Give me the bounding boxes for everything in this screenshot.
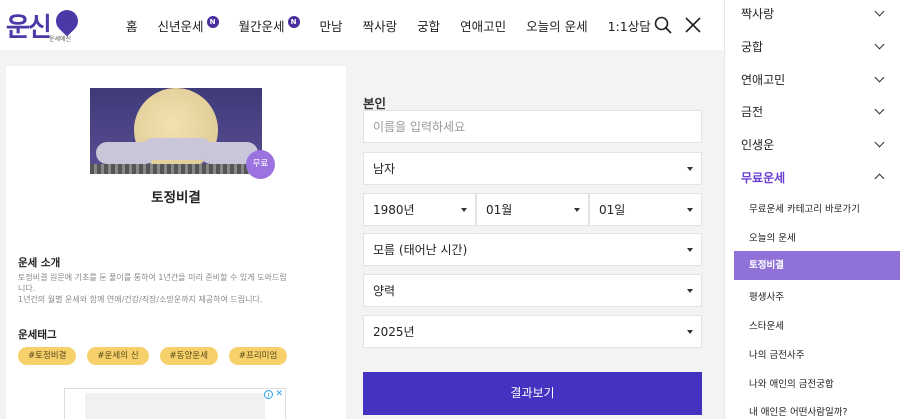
side-item-free-fortune[interactable]: 무료운세 xyxy=(741,169,893,186)
nav-item-love-concerns[interactable]: 연애고민 xyxy=(460,16,506,35)
nav-item-compatibility[interactable]: 궁합 xyxy=(417,16,440,35)
close-icon[interactable] xyxy=(684,16,702,34)
dropdown-caret-icon xyxy=(687,167,693,171)
sub-item-lifetime-saju[interactable]: 평생사주 xyxy=(749,289,784,303)
dropdown-caret-icon xyxy=(461,208,467,212)
wall-graphic xyxy=(90,164,262,174)
nav-label: 만남 xyxy=(319,18,343,34)
ad-info-icon[interactable]: i xyxy=(264,390,273,399)
birth-year-select[interactable]: 1980년 xyxy=(363,193,476,226)
calendar-type-value: 양력 xyxy=(373,284,396,298)
tag[interactable]: #토정비결 xyxy=(18,347,77,365)
side-item-label: 연애고민 xyxy=(741,73,786,87)
side-item-label: 인생운 xyxy=(741,138,775,152)
nav-label: 궁합 xyxy=(417,18,441,34)
intro-line: 니다. xyxy=(18,284,36,293)
calendar-type-select[interactable]: 양력 xyxy=(363,274,702,307)
logo-fan-icon xyxy=(51,5,83,37)
birth-month-select[interactable]: 01월 xyxy=(476,193,589,226)
birth-year-value: 1980년 xyxy=(373,203,415,217)
target-year-value: 2025년 xyxy=(373,325,415,339)
fortune-info-card: 무료 토정비결 운세 소개 토정비결 원문에 기초를 둔 풀이를 통하여 1년간… xyxy=(6,66,346,419)
dropdown-caret-icon xyxy=(687,330,693,334)
dropdown-caret-icon xyxy=(687,248,693,252)
fortune-title: 토정비결 xyxy=(151,190,201,206)
sub-item-free-category[interactable]: 무료운세 카테고리 바로가기 xyxy=(749,201,860,215)
gender-select[interactable]: 남자 xyxy=(363,152,702,185)
side-item-label: 무료운세 xyxy=(741,171,786,185)
gender-value: 남자 xyxy=(373,162,396,176)
new-badge: N xyxy=(287,16,300,28)
tag[interactable]: #동양운세 xyxy=(159,347,218,365)
chevron-down-icon xyxy=(874,137,885,148)
side-menu: 짝사랑 궁합 연애고민 금전 인생운 무료운세 무료운세 카테고리 바로가기 오… xyxy=(724,0,900,419)
ad-content xyxy=(85,393,265,419)
view-result-button[interactable]: 결과보기 xyxy=(363,372,702,415)
side-item-label: 궁합 xyxy=(741,40,764,54)
side-item-love-concerns[interactable]: 연애고민 xyxy=(741,71,893,88)
nav-label: 오늘의 운세 xyxy=(526,18,588,34)
chevron-up-icon xyxy=(874,173,885,184)
chevron-down-icon xyxy=(874,39,885,50)
nav-item-home[interactable]: 홈 xyxy=(126,16,138,35)
birth-time-value: 모름 (태어난 시간) xyxy=(373,243,468,257)
site-logo[interactable]: 운신 운세에신 xyxy=(6,5,83,43)
sub-item-money-compatibility[interactable]: 나와 애인의 금전궁합 xyxy=(749,376,834,390)
nav-item-crush[interactable]: 짝사랑 xyxy=(363,16,398,35)
ad-close-icon[interactable]: ✕ xyxy=(275,389,283,399)
nav-item-new-year-fortune[interactable]: 신년운세 N xyxy=(158,16,219,35)
target-year-select[interactable]: 2025년 xyxy=(363,315,702,348)
tag-list: #토정비결 #운세의 신 #동양운세 #프리미엄 xyxy=(18,347,298,365)
chevron-down-icon xyxy=(874,6,885,17)
tag[interactable]: #운세의 신 xyxy=(87,347,149,365)
intro-line: 1년간의 월별 운세와 함께 연애/건강/직장/소망운까지 제공하여 드립니다. xyxy=(18,295,263,304)
hero-image xyxy=(90,88,262,174)
birth-time-select[interactable]: 모름 (태어난 시간) xyxy=(363,233,702,266)
side-item-money[interactable]: 금전 xyxy=(741,103,893,120)
side-item-label: 짝사랑 xyxy=(741,7,775,21)
dropdown-caret-icon xyxy=(687,289,693,293)
sub-item-today-fortune[interactable]: 오늘의 운세 xyxy=(749,230,796,244)
nav-label: 홈 xyxy=(126,18,138,34)
logo-subtext: 운세에신 xyxy=(49,36,72,43)
sub-item-star-fortune[interactable]: 스타운세 xyxy=(749,318,784,332)
name-input[interactable]: 이름을 입력하세요 xyxy=(363,110,702,143)
nav-label: 짝사랑 xyxy=(362,18,398,34)
intro-heading: 운세 소개 xyxy=(18,257,61,269)
tag[interactable]: #프리미엄 xyxy=(228,347,288,365)
dropdown-caret-icon xyxy=(687,208,693,212)
side-item-compatibility[interactable]: 궁합 xyxy=(741,38,893,55)
intro-description: 토정비결 원문에 기초를 둔 풀이를 통하여 1년간을 미리 준비할 수 있게 … xyxy=(18,272,340,305)
sub-item-tojeong[interactable]: 토정비결 xyxy=(734,251,900,280)
nav-label: 연애고민 xyxy=(460,18,507,34)
intro-line: 토정비결 원문에 기초를 둔 풀이를 통하여 1년간을 미리 준비할 수 있게 … xyxy=(18,273,287,282)
nav-label: 신년운세 xyxy=(157,18,204,34)
sub-item-partner-type[interactable]: 내 애인은 어떤사람일까? xyxy=(749,404,847,418)
sub-item-money-saju[interactable]: 나의 금전사주 xyxy=(749,347,804,361)
logo-text: 운신 xyxy=(6,13,52,43)
dropdown-caret-icon xyxy=(574,208,580,212)
birth-day-value: 01일 xyxy=(599,203,626,217)
nav-item-today-fortune[interactable]: 오늘의 운세 xyxy=(526,16,587,35)
tags-heading: 운세태그 xyxy=(18,329,57,341)
birth-month-value: 01월 xyxy=(486,203,513,217)
side-item-label: 금전 xyxy=(741,105,764,119)
nav-item-monthly-fortune[interactable]: 월간운세 N xyxy=(239,16,300,35)
search-icon[interactable] xyxy=(654,16,672,34)
site-header: 운신 운세에신 홈 신년운세 N 월간운세 N 만남 짝사랑 궁합 연애고민 오늘의… xyxy=(0,0,724,50)
chevron-down-icon xyxy=(874,104,885,115)
name-placeholder: 이름을 입력하세요 xyxy=(373,120,466,134)
free-badge: 무료 xyxy=(246,150,275,179)
nav-item-meeting[interactable]: 만남 xyxy=(320,16,343,35)
side-item-life-fortune[interactable]: 인생운 xyxy=(741,136,893,153)
chevron-down-icon xyxy=(874,72,885,83)
side-item-crush[interactable]: 짝사랑 xyxy=(741,5,893,22)
main-nav: 홈 신년운세 N 월간운세 N 만남 짝사랑 궁합 연애고민 오늘의 운세 1:1상… xyxy=(126,0,671,50)
nav-label: 월간운세 xyxy=(238,18,285,34)
ad-banner[interactable]: i ✕ xyxy=(64,388,286,419)
nav-label: 1:1상담 xyxy=(607,18,651,34)
new-badge: N xyxy=(206,16,219,28)
nav-item-consult[interactable]: 1:1상담 xyxy=(608,16,651,35)
birth-day-select[interactable]: 01일 xyxy=(589,193,702,226)
